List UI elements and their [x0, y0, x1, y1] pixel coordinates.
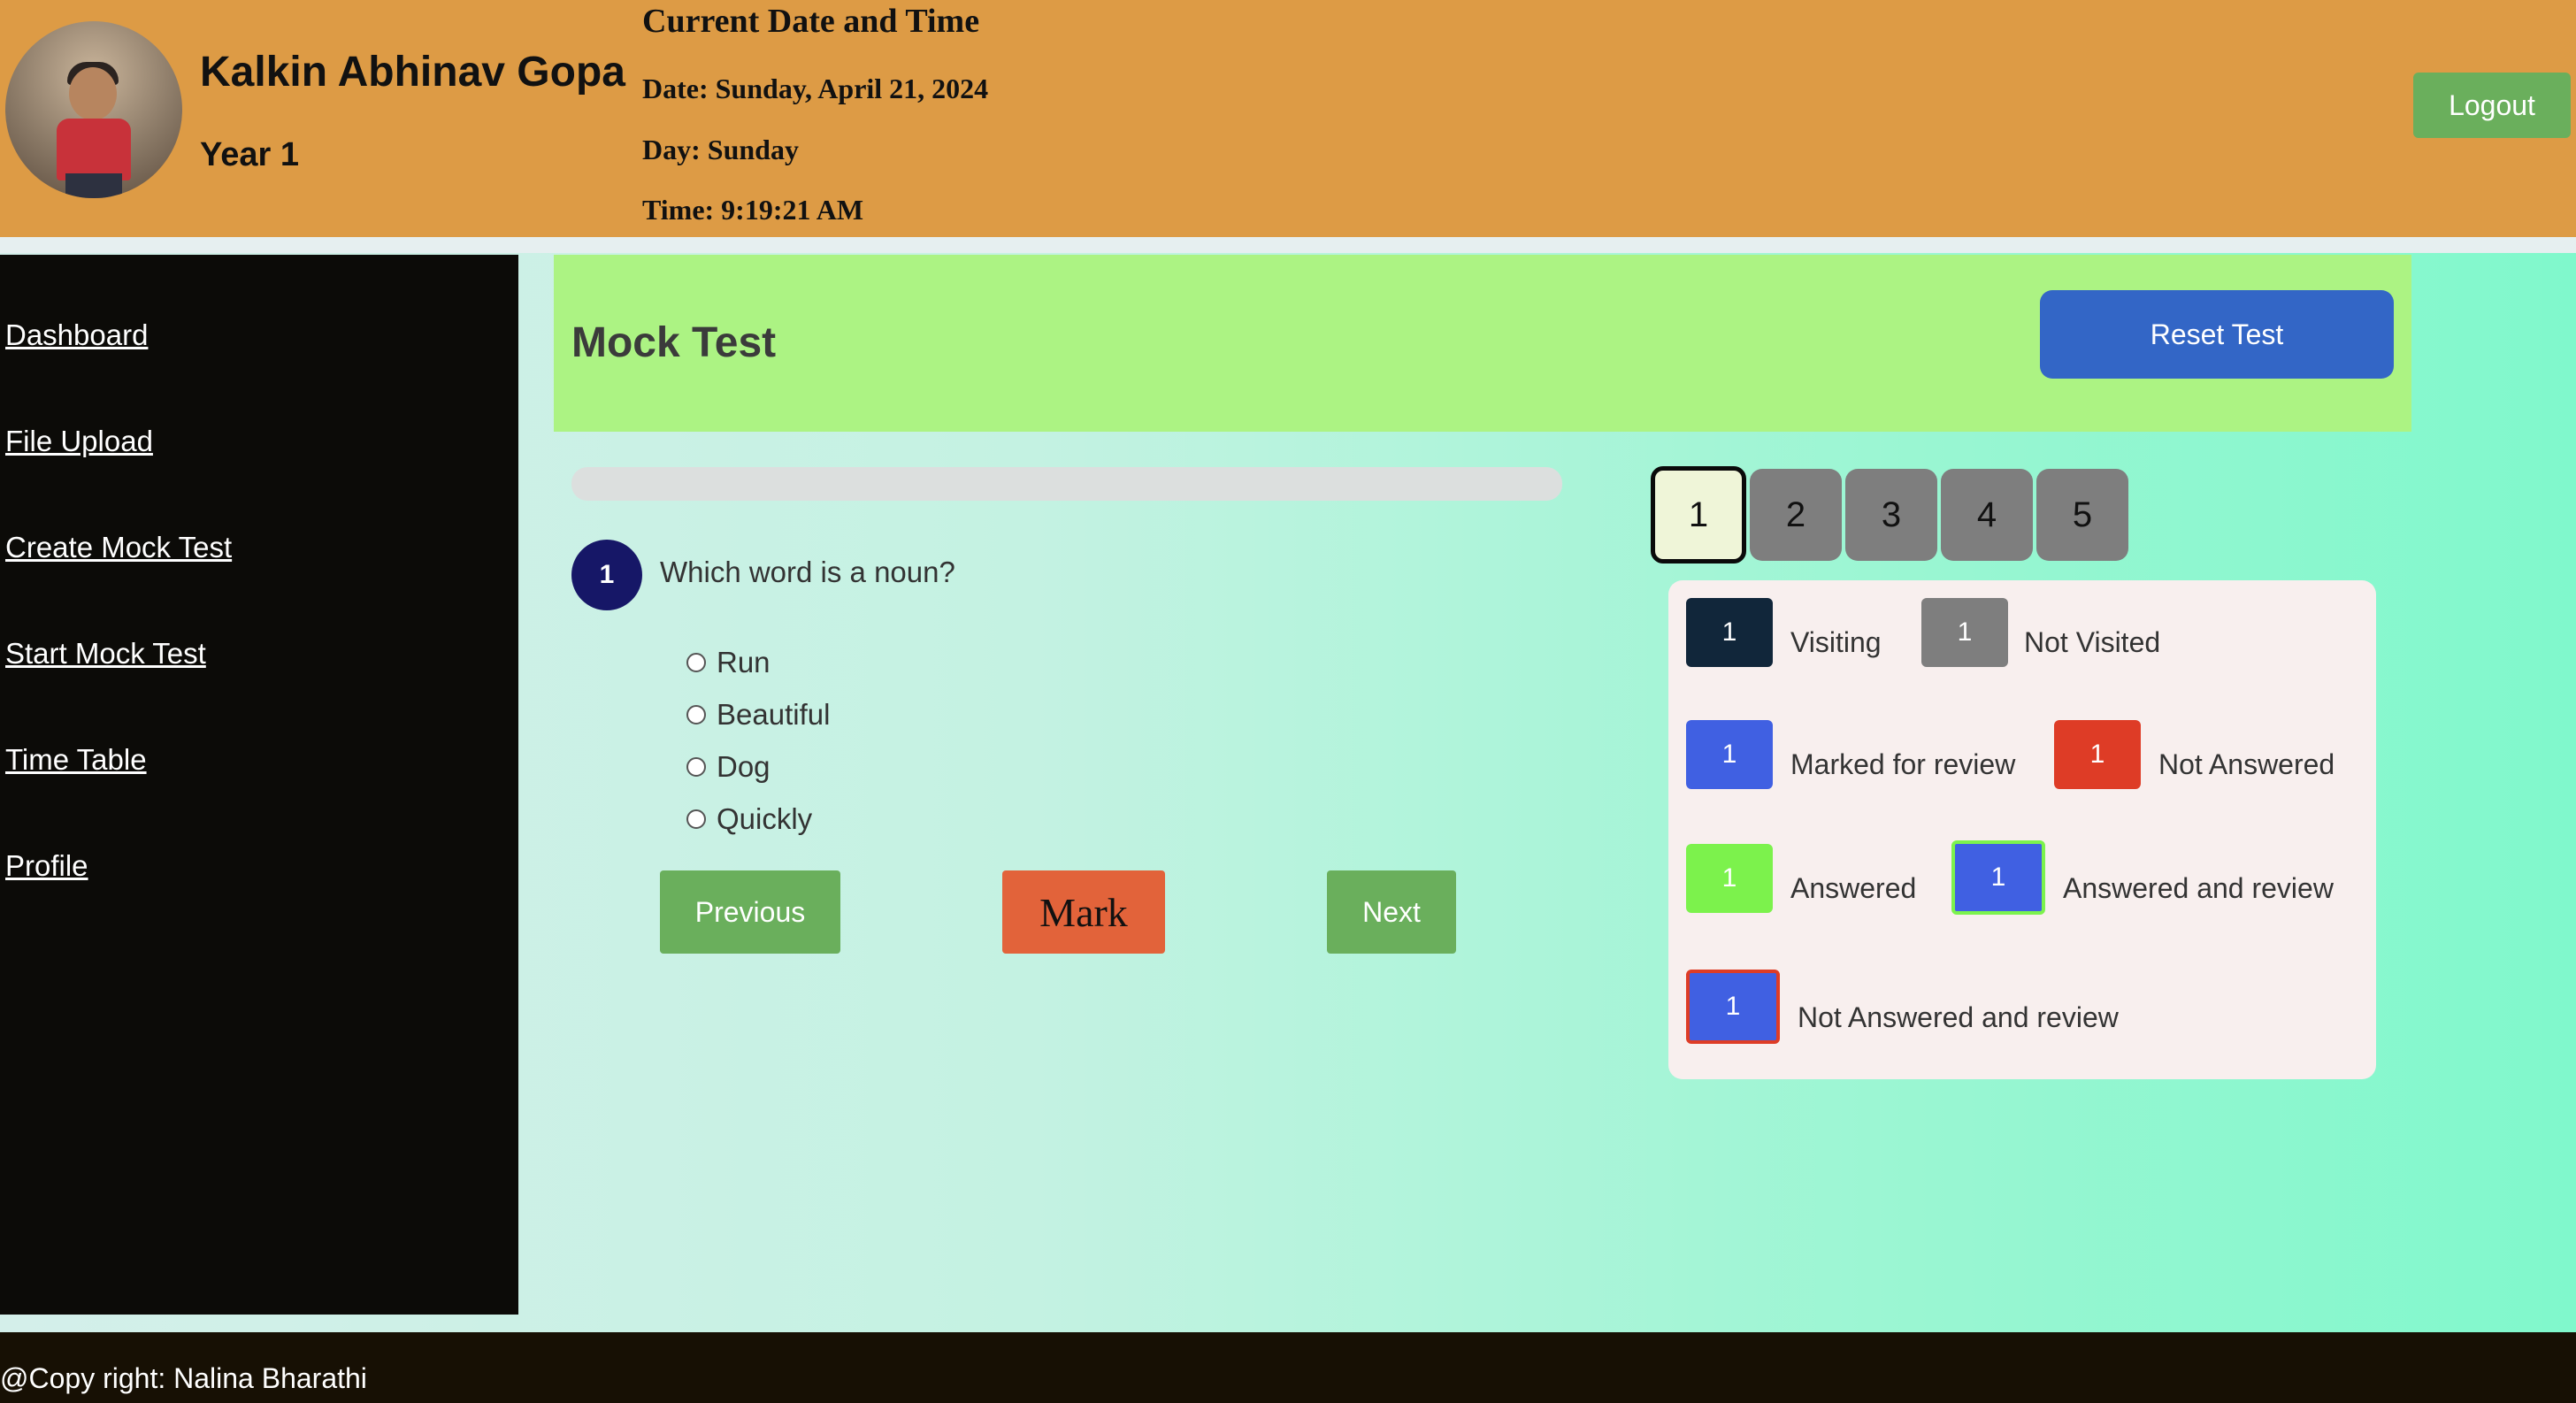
logout-button[interactable]: Logout — [2413, 73, 2571, 138]
mock-test-header: Mock Test Reset Test — [554, 255, 2411, 432]
legend-swatch-not-answered-and-review: 1 — [1686, 970, 1780, 1044]
avatar — [5, 21, 182, 198]
legend-swatch-marked-for-review: 1 — [1686, 720, 1773, 789]
legend-label-marked-for-review: Marked for review — [1790, 748, 2016, 780]
copyright-text: @Copy right: Nalina Bharathi — [0, 1362, 367, 1394]
question-nav-1[interactable]: 1 — [1651, 466, 1746, 564]
sidebar-item-profile[interactable]: Profile — [5, 849, 88, 883]
sidebar-item-start-mock-test[interactable]: Start Mock Test — [5, 637, 206, 671]
radio-button[interactable] — [686, 705, 706, 724]
header-bar: Kalkin Abhinav Gopa Year 1 Current Date … — [0, 0, 2576, 237]
mark-button[interactable]: Mark — [1002, 870, 1165, 954]
legend-swatch-not-answered: 1 — [2054, 720, 2141, 789]
legend-swatch-answered: 1 — [1686, 844, 1773, 913]
sidebar-item-file-upload[interactable]: File Upload — [5, 425, 153, 458]
legend-swatch-answered-and-review: 1 — [1951, 840, 2045, 915]
option-label: Run — [717, 646, 770, 678]
legend-label-visiting: Visiting — [1790, 626, 1882, 658]
sidebar: Dashboard File Upload Create Mock Test S… — [0, 255, 518, 1315]
status-legend: 1 Visiting 1 Not Visited 1 Marked for re… — [1668, 580, 2376, 1079]
current-day: Day: Sunday — [642, 134, 799, 165]
question-nav-3[interactable]: 3 — [1845, 469, 1937, 561]
next-button[interactable]: Next — [1327, 870, 1456, 954]
radio-button[interactable] — [686, 653, 706, 672]
legend-label-answered-and-review: Answered and review — [2063, 872, 2334, 904]
legend-label-not-answered: Not Answered — [2158, 748, 2335, 780]
avatar-head — [69, 67, 117, 120]
option-dog[interactable]: Dog — [686, 750, 770, 784]
page-title: Mock Test — [571, 319, 777, 366]
question-number-badge: 1 — [571, 540, 642, 610]
sidebar-item-dashboard[interactable]: Dashboard — [5, 318, 148, 352]
radio-button[interactable] — [686, 757, 706, 777]
radio-button[interactable] — [686, 809, 706, 829]
sidebar-item-create-mock-test[interactable]: Create Mock Test — [5, 531, 232, 564]
option-run[interactable]: Run — [686, 646, 770, 679]
legend-label-not-answered-and-review: Not Answered and review — [1798, 1001, 2119, 1033]
current-date: Date: Sunday, April 21, 2024 — [642, 73, 989, 104]
legend-swatch-not-visited: 1 — [1921, 598, 2008, 667]
legend-label-not-visited: Not Visited — [2024, 626, 2161, 658]
avatar-pants — [65, 173, 122, 198]
question-nav-5[interactable]: 5 — [2036, 469, 2128, 561]
legend-swatch-visiting: 1 — [1686, 598, 1773, 667]
option-label: Dog — [717, 750, 770, 783]
reset-test-button[interactable]: Reset Test — [2040, 290, 2394, 379]
question-text: Which word is a noun? — [660, 556, 955, 588]
question-nav-2[interactable]: 2 — [1750, 469, 1842, 561]
previous-button[interactable]: Previous — [660, 870, 840, 954]
datetime-title: Current Date and Time — [642, 3, 980, 40]
footer — [0, 1332, 2576, 1403]
option-label: Quickly — [717, 802, 813, 835]
user-year: Year 1 — [200, 136, 299, 173]
progress-bar — [571, 467, 1562, 501]
question-nav-4[interactable]: 4 — [1941, 469, 2033, 561]
option-quickly[interactable]: Quickly — [686, 802, 812, 836]
legend-label-answered: Answered — [1790, 872, 1917, 904]
current-time: Time: 9:19:21 AM — [642, 194, 864, 226]
option-beautiful[interactable]: Beautiful — [686, 698, 830, 732]
user-name: Kalkin Abhinav Gopa — [200, 49, 625, 96]
avatar-shirt — [57, 119, 131, 180]
option-label: Beautiful — [717, 698, 831, 731]
sidebar-item-time-table[interactable]: Time Table — [5, 743, 147, 777]
